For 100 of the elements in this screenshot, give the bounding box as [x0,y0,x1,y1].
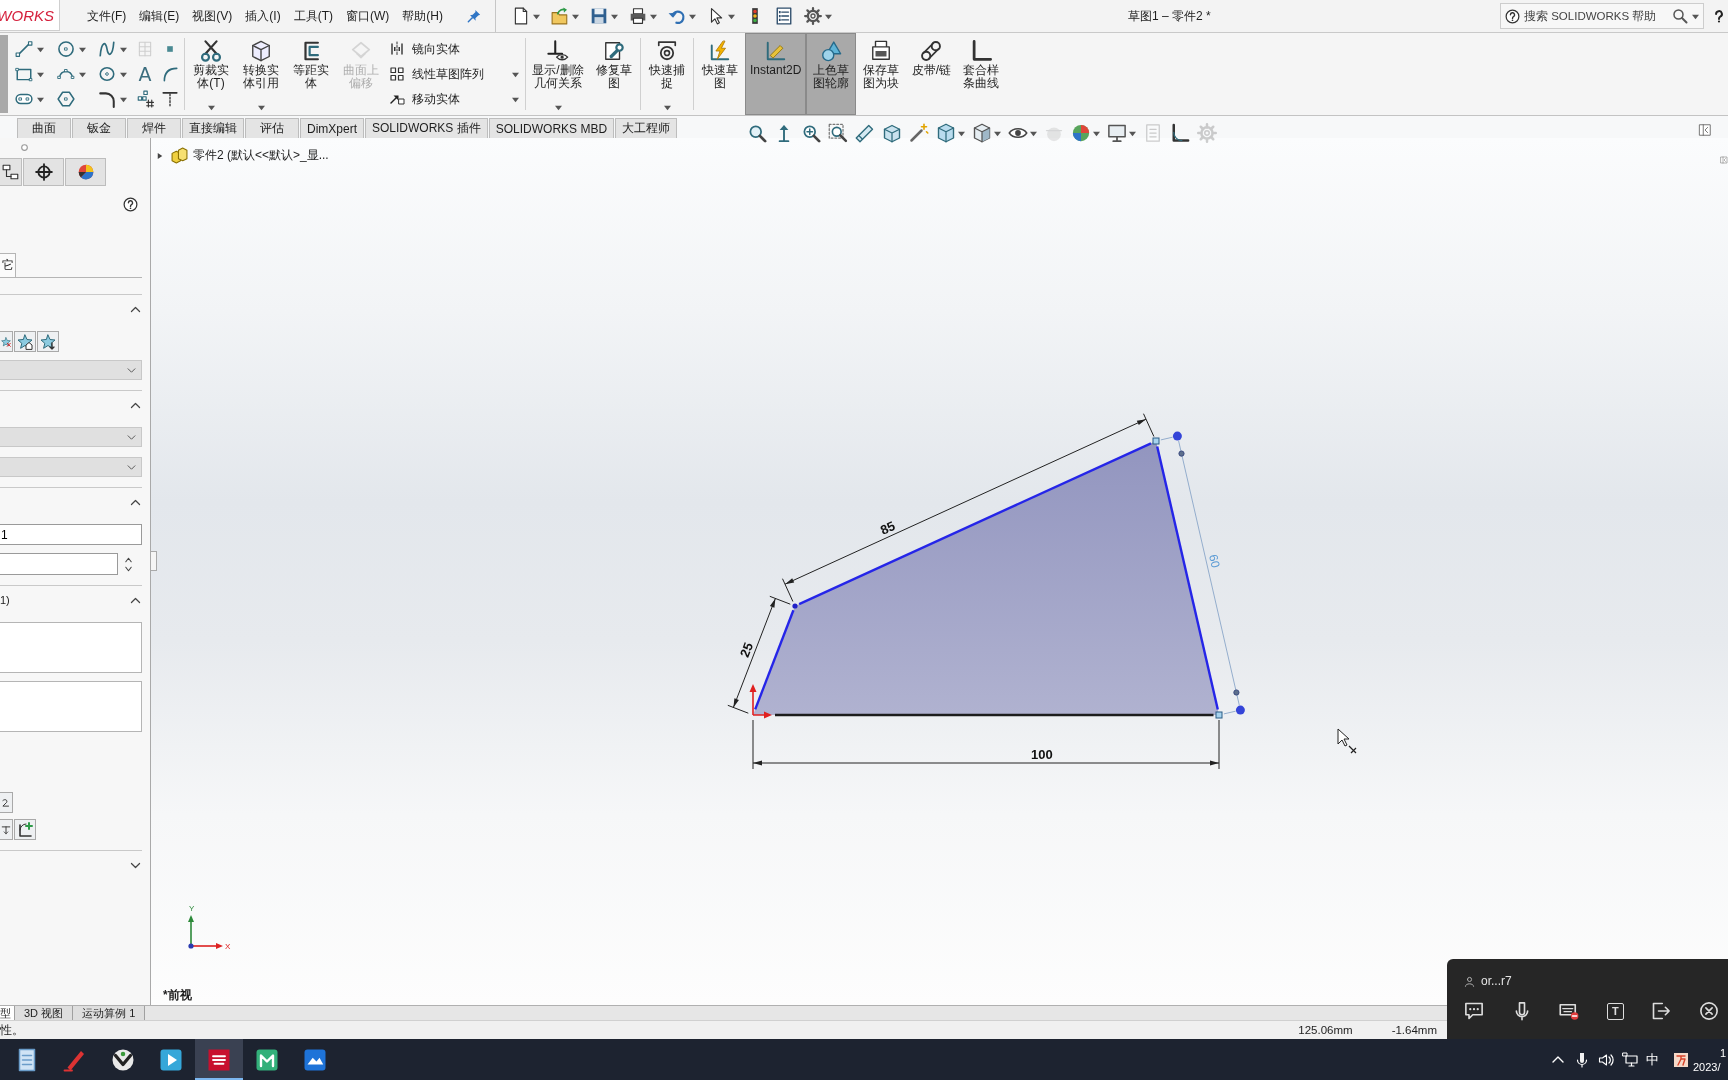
tool-button[interactable] [13,38,46,60]
axis-triad-icon [188,915,223,949]
caret-icon [512,95,519,103]
sketch-line[interactable] [1156,446,1219,710]
menu-item[interactable]: 窗口(W) [346,7,390,25]
tab[interactable]: 型 [0,1006,15,1020]
app-icon[interactable] [1673,1051,1689,1068]
toolbar-button[interactable]: 显示/删除几何关系 [527,33,589,115]
search-field[interactable]: 搜索 SOLIDWORKS 帮助 [1524,6,1668,26]
chat-icon[interactable] [1464,1001,1484,1021]
microphone-icon[interactable] [1574,1051,1590,1068]
toolbar-button[interactable]: 保存草图为块 [856,33,907,115]
question-mark-icon[interactable] [1714,8,1724,24]
panel-toggle-icon[interactable] [1698,122,1712,138]
icon-button[interactable] [0,819,13,840]
caret-icon[interactable] [689,12,696,20]
tab[interactable]: 评估 [245,118,299,138]
grip-icon[interactable] [20,143,29,152]
search-box[interactable]: 搜索 SOLIDWORKS 帮助 [1500,3,1704,29]
sketch-line[interactable] [754,609,795,710]
text-button[interactable]: T [1606,1002,1624,1020]
tab[interactable]: 焊件 [127,118,181,138]
app-icon [255,1047,279,1072]
tab[interactable]: SOLIDWORKS 插件 [365,118,488,138]
menu-item[interactable]: 文件(F) [87,7,127,25]
handle-icon[interactable] [1235,705,1245,715]
printer-icon[interactable] [629,7,647,25]
toolbar-button[interactable]: 上色草图轮廓 [806,33,857,115]
coordinate-readout: 125.06mm [1298,1024,1353,1036]
sketch-line[interactable] [775,713,1214,717]
toolbar-button[interactable]: 修复草图 [589,33,639,115]
caret-icon[interactable] [611,12,618,20]
menu-item[interactable]: 视图(V) [192,7,233,25]
tree-item[interactable]: 零件2 (默认<<默认>_显... [157,147,329,164]
icon-button[interactable] [0,331,13,352]
spinner-arrows-icon[interactable] [124,555,133,573]
sketch-line[interactable] [798,442,1152,606]
keyboard-icon[interactable] [1559,1001,1580,1021]
input-field[interactable]: 1 [0,524,142,545]
search-icon[interactable] [1672,8,1688,24]
icon-button[interactable] [14,819,36,840]
caret-icon[interactable] [1692,12,1699,20]
monitor-icon[interactable] [1622,1051,1638,1068]
tab[interactable]: 3D 视图 [15,1006,74,1020]
exit-icon[interactable] [1651,1001,1672,1021]
taskbar-button[interactable] [195,1039,243,1080]
help-icon[interactable] [123,197,138,212]
close-icon[interactable] [1698,1001,1719,1021]
expand-arrow-icon[interactable] [157,151,163,160]
caret-icon[interactable] [728,12,735,20]
dimension-text[interactable]: 25 [736,640,757,660]
document-icon[interactable] [512,7,530,25]
tool-button[interactable]: A [134,63,156,85]
menu-item[interactable]: 帮助(H) [402,7,443,25]
caret-icon[interactable] [650,12,657,20]
menu-item[interactable]: 编辑(E) [139,7,180,25]
caret-icon[interactable] [825,12,832,20]
toolbar-button[interactable]: 皮带/链 [906,33,957,115]
menu-item[interactable]: 工具(T) [293,7,333,25]
tab[interactable]: 它 [0,253,16,277]
list-icon[interactable] [775,7,793,25]
panel-tab[interactable] [0,158,22,186]
gear-icon[interactable] [804,7,822,25]
pushpin-icon[interactable] [467,9,481,23]
caret-icon[interactable] [533,12,540,20]
input-method-indicator[interactable]: 中 [1646,1050,1659,1069]
tool-button[interactable] [96,38,129,60]
speaker-icon[interactable] [1598,1051,1614,1068]
caret-icon[interactable] [572,12,579,20]
folder-icon[interactable] [551,7,569,25]
handle-icon[interactable] [1172,431,1182,441]
icon-button[interactable] [0,792,13,813]
menu-item[interactable]: 插入(I) [245,7,281,25]
toolbar-button[interactable]: 线性草图阵列 [389,63,519,85]
dimension-text[interactable]: 85 [877,518,898,538]
toolbar-button[interactable]: 镜向实体 [389,38,519,60]
toolbar-button[interactable]: 快速捕捉 [642,33,692,115]
toolbar-button[interactable]: 套合样条曲线 [956,33,1007,115]
tab[interactable]: 大工程师 [615,118,678,138]
tab[interactable]: 钣金 [72,118,126,138]
tab[interactable]: SOLIDWORKS MBD [488,118,615,138]
tab[interactable]: DimXpert [300,118,364,138]
icon-button[interactable] [37,331,59,352]
toolbar-button[interactable]: 转换实体引用 [236,33,286,115]
toolbar-button[interactable]: 快速草图 [695,33,745,115]
toolbar-button[interactable]: Instant2D [745,33,807,115]
tab[interactable]: 运动算例 1 [73,1006,146,1020]
caret-icon [37,45,44,53]
tool-button[interactable] [55,38,88,60]
input-field[interactable] [0,553,118,575]
dimension-text[interactable]: 100 [1031,747,1053,762]
tab[interactable]: 直接编辑 [182,118,244,138]
toolbar-button[interactable]: 剪裁实体(T) [186,33,236,115]
panel-handle[interactable] [151,551,157,571]
toolbar-button[interactable]: 移动实体 [389,88,519,110]
toolbar-button[interactable]: 等距实体 [286,33,336,115]
clock-date: 2023/ [1693,1059,1722,1074]
icon-button[interactable] [14,331,36,352]
tab[interactable]: 曲面 [17,118,71,138]
panel-tab[interactable] [23,158,64,186]
